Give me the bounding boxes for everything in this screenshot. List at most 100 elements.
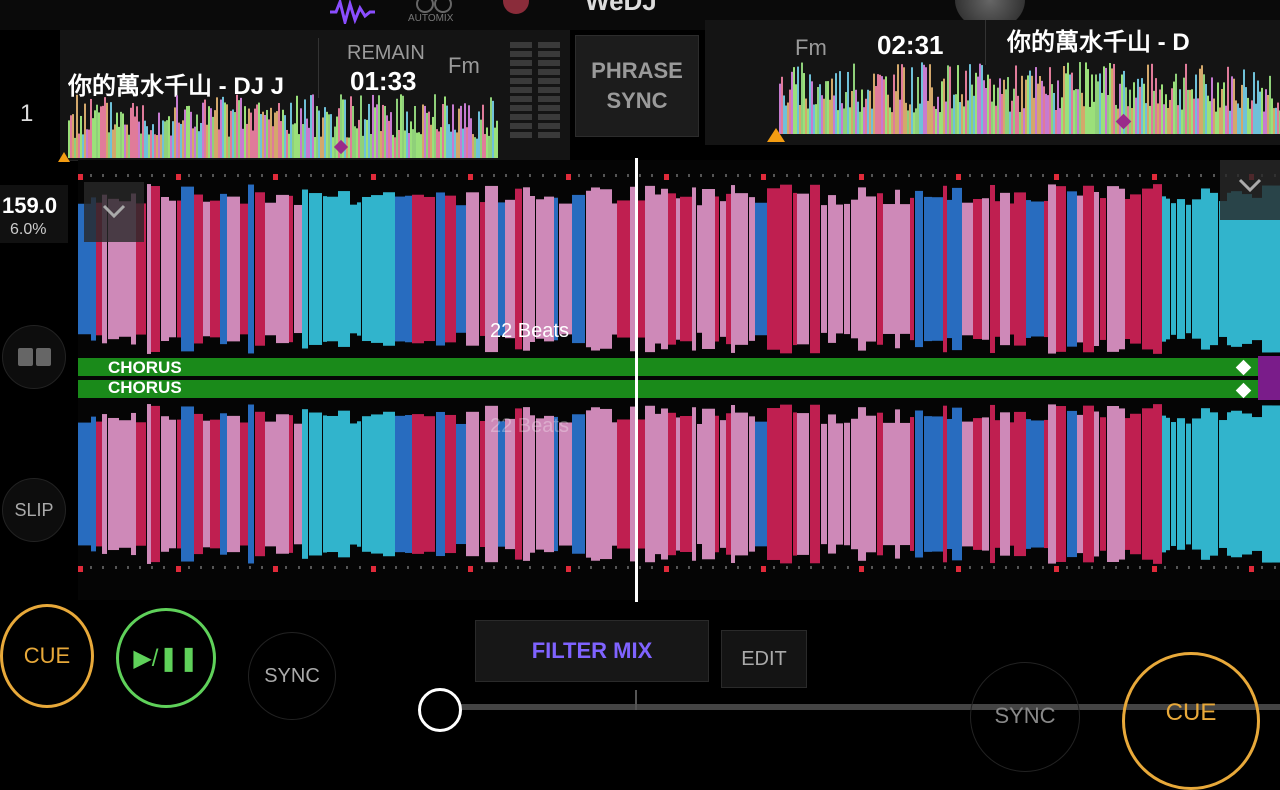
beat-tick — [724, 174, 727, 177]
waveform-mode-icon[interactable] — [330, 0, 375, 28]
play-pause-button-a[interactable]: ▶/❚❚ — [116, 608, 216, 708]
cue-button-a[interactable]: CUE — [0, 604, 94, 708]
beat-tick — [102, 174, 105, 177]
beat-tick — [932, 174, 934, 177]
beat-tick — [566, 174, 571, 180]
beat-tick — [1090, 174, 1093, 177]
record-icon[interactable] — [503, 0, 529, 14]
beat-tick — [895, 174, 898, 177]
beat-tick — [1054, 174, 1059, 180]
deck-number: 1 — [20, 100, 34, 127]
divider — [985, 20, 986, 65]
beat-tick — [578, 174, 581, 177]
level-segment — [538, 87, 560, 93]
beat-tick — [980, 174, 983, 177]
beat-tick — [858, 174, 864, 180]
beat-tick — [431, 566, 434, 569]
level-segment — [510, 60, 532, 66]
deck-b-track-title[interactable]: 你的萬水千山 - D — [1007, 22, 1280, 57]
beat-tick — [1054, 566, 1059, 572]
beat-tick — [712, 566, 715, 569]
deck-a-waveform[interactable] — [78, 184, 1280, 354]
waveform-svg — [78, 404, 1280, 564]
split-view-button[interactable] — [2, 325, 66, 389]
beat-tick — [248, 566, 251, 569]
beat-tick — [456, 566, 459, 569]
beat-tick — [1041, 174, 1044, 177]
level-segment — [510, 105, 532, 111]
beat-tick — [200, 174, 202, 177]
beat-tick — [90, 174, 93, 177]
crossfader-handle[interactable] — [418, 688, 462, 732]
phrase-label-b: CHORUS — [108, 378, 182, 397]
beat-tick — [675, 174, 678, 177]
beat-tick — [236, 174, 239, 177]
beat-tick — [358, 566, 361, 569]
collapse-button-a[interactable] — [84, 182, 144, 242]
waveform-display[interactable]: CHORUS CHORUS 22 Beats 22 Beats — [78, 160, 1280, 600]
beat-tick — [1176, 174, 1178, 177]
beat-tick — [541, 174, 544, 177]
cue-label-a: CUE — [23, 643, 71, 668]
deck-a-remain-time[interactable]: 01:33 — [350, 66, 417, 97]
beat-tick — [736, 174, 739, 177]
beat-tick — [1188, 566, 1191, 569]
beat-tick — [151, 566, 154, 569]
beat-tick — [639, 566, 642, 569]
slip-label: SLIP — [14, 499, 54, 520]
phrase-bar-a — [78, 358, 1280, 376]
collapse-button-b[interactable] — [1220, 160, 1280, 220]
phrase-bar-b — [78, 380, 1280, 398]
beat-tick — [1017, 174, 1020, 177]
sync-button-b[interactable]: SYNC — [970, 662, 1080, 772]
beat-tick — [370, 174, 376, 180]
beat-tick — [419, 174, 422, 177]
edit-button[interactable]: EDIT — [721, 630, 807, 688]
deck-a-overview-waveform[interactable] — [68, 94, 498, 158]
deck-b-waveform[interactable] — [78, 404, 1280, 564]
phrase-label-a: CHORUS — [108, 358, 182, 377]
beat-tick — [1212, 174, 1215, 177]
sync-button-a[interactable]: SYNC — [248, 632, 336, 720]
beat-tick — [749, 566, 751, 569]
deck-b-time[interactable]: 02:31 — [877, 30, 944, 61]
bpm-value: 159.0 — [2, 193, 58, 218]
beat-tick — [639, 174, 642, 177]
bpm-display[interactable]: 159.0 6.0% — [0, 185, 68, 243]
beat-tick — [993, 174, 995, 177]
phrase-sync-button[interactable]: PHRASE SYNC — [575, 35, 699, 137]
level-segment — [510, 123, 532, 129]
deck-b-header: Fm 02:31 你的萬水千山 - D — [705, 20, 1280, 145]
beat-tick — [309, 174, 312, 177]
beat-tick — [285, 174, 288, 177]
beat-tick — [590, 174, 593, 177]
level-segment — [510, 42, 532, 48]
beat-tick — [456, 174, 459, 177]
beat-tick — [1200, 174, 1203, 177]
beat-tick — [212, 566, 215, 569]
beat-tick — [334, 566, 337, 569]
beat-tick — [688, 174, 690, 177]
beat-tick — [309, 566, 312, 569]
beat-tick — [871, 174, 873, 177]
beat-tick — [700, 566, 703, 569]
beat-tick — [175, 566, 181, 572]
beat-tick — [761, 566, 767, 572]
beat-tick — [822, 566, 825, 569]
slip-button[interactable]: SLIP — [2, 478, 66, 542]
beat-tick — [919, 174, 922, 177]
cue-button-b[interactable]: CUE — [1122, 652, 1260, 790]
deck-b-overview-waveform[interactable] — [779, 62, 1280, 134]
filter-mix-button[interactable]: FILTER MIX — [475, 620, 709, 682]
level-segment — [538, 96, 560, 102]
beat-tick — [602, 174, 605, 177]
beat-tick — [78, 566, 83, 572]
beat-tick — [1200, 566, 1203, 569]
beat-tick — [919, 566, 922, 569]
beat-tick — [883, 174, 886, 177]
automix-icon[interactable] — [412, 0, 456, 14]
level-segment — [510, 114, 532, 120]
beat-tick — [407, 566, 410, 569]
beat-tick — [358, 174, 361, 177]
beat-tick — [907, 566, 910, 569]
